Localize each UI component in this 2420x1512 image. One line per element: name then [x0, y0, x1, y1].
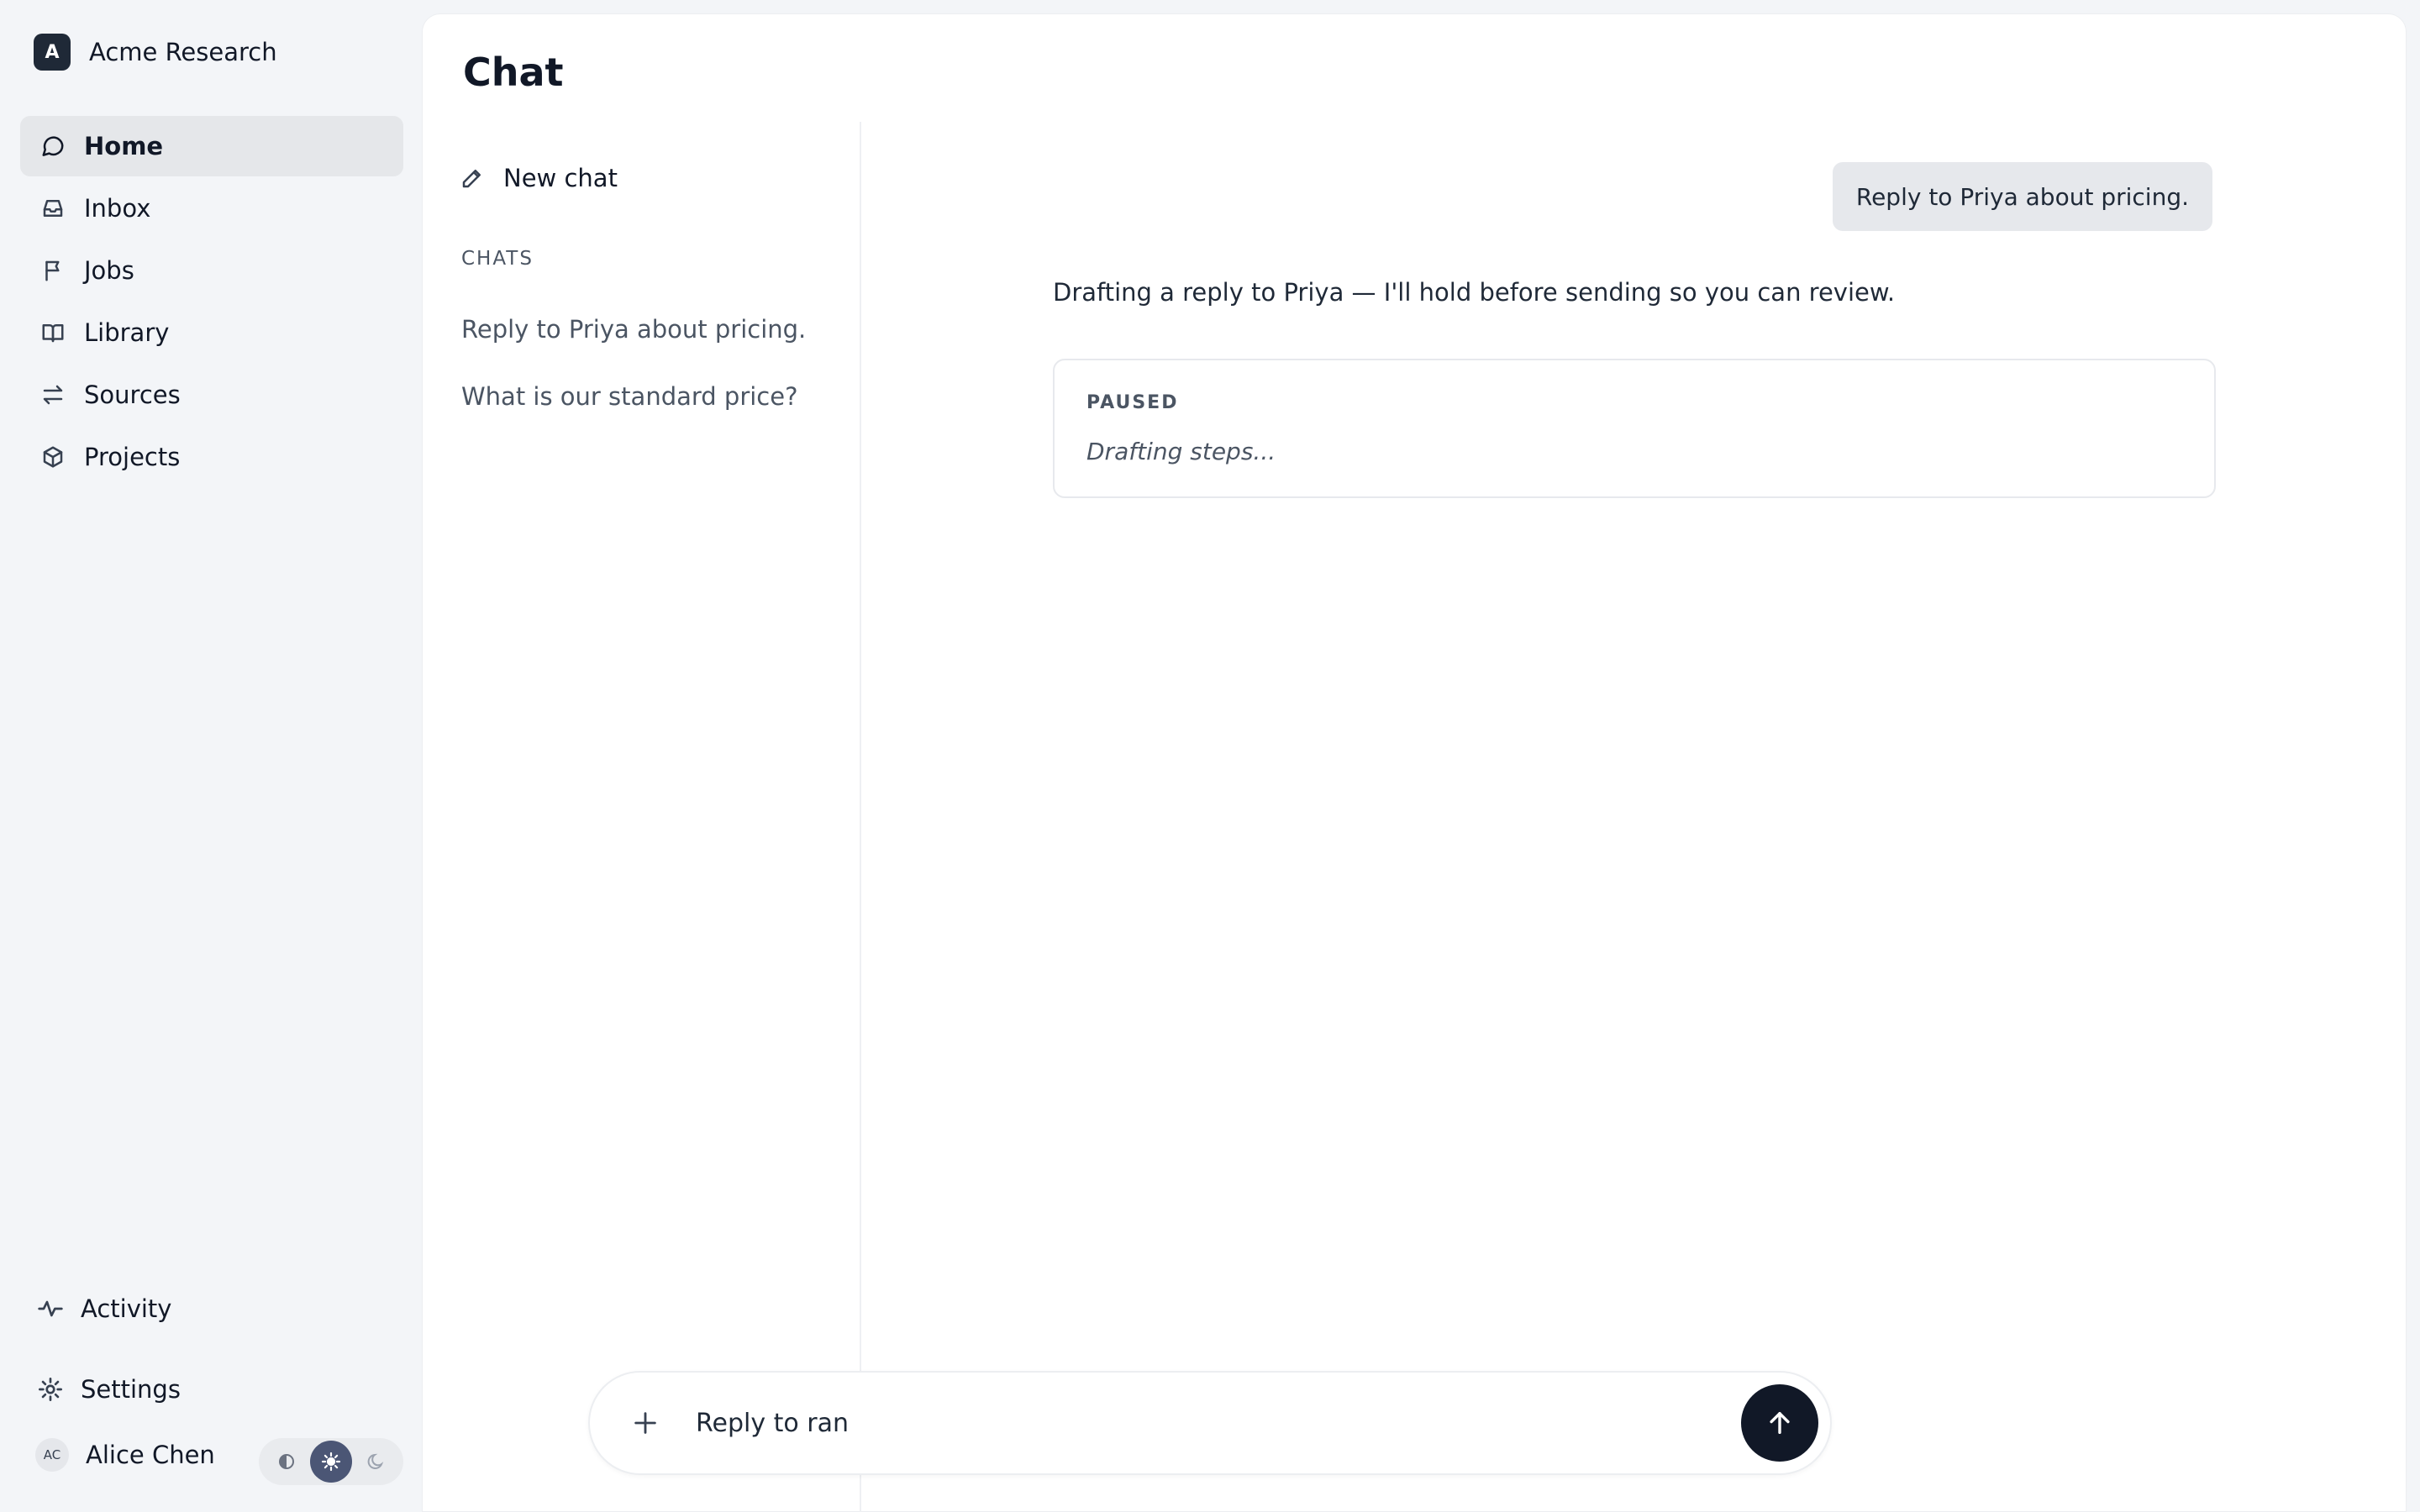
main-panel: Chat New chat CHATS Reply to Priya about…	[422, 13, 2407, 1512]
page-title: Chat	[463, 50, 564, 95]
conversation-panel: Reply to Priya about pricing. Drafting a…	[861, 122, 2406, 1512]
sidebar-item-projects[interactable]: Projects	[20, 427, 403, 487]
sidebar-item-label: Projects	[84, 443, 181, 471]
sidebar-item-label: Settings	[81, 1375, 181, 1404]
theme-contrast-button[interactable]	[266, 1441, 308, 1483]
sidebar: A Acme Research Home Inbox Jobs Library	[0, 0, 422, 1512]
message-input[interactable]	[696, 1398, 1704, 1448]
new-chat-button[interactable]: New chat	[460, 164, 618, 192]
user-message-bubble: Reply to Priya about pricing.	[1832, 162, 2212, 231]
arrows-swap-icon	[43, 385, 63, 405]
sidebar-item-label: Inbox	[84, 194, 151, 223]
sidebar-item-home[interactable]: Home	[20, 116, 403, 176]
theme-dark-button[interactable]	[355, 1441, 397, 1483]
chat-list-panel: New chat CHATS Reply to Priya about pric…	[423, 122, 861, 1512]
brand[interactable]: A Acme Research	[34, 34, 277, 71]
new-chat-label: New chat	[503, 164, 618, 192]
brand-logo: A	[34, 34, 71, 71]
attach-button[interactable]	[627, 1404, 664, 1441]
activity-pulse-icon	[38, 1300, 63, 1317]
sidebar-item-activity[interactable]: Activity	[20, 1282, 403, 1336]
plus-icon	[634, 1412, 656, 1434]
user-profile[interactable]: AC Alice Chen	[35, 1438, 215, 1472]
chat-list-item[interactable]: Reply to Priya about pricing.	[461, 315, 806, 344]
chats-heading: CHATS	[461, 248, 534, 270]
user-name: Alice Chen	[86, 1441, 215, 1469]
sidebar-item-inbox[interactable]: Inbox	[20, 178, 403, 239]
sidebar-item-label: Sources	[84, 381, 181, 409]
theme-light-button[interactable]	[309, 1441, 352, 1483]
assistant-message: Drafting a reply to Priya — I'll hold be…	[1053, 278, 1896, 307]
theme-switch	[259, 1438, 403, 1485]
pencil-icon	[462, 170, 481, 188]
sidebar-item-jobs[interactable]: Jobs	[20, 240, 403, 301]
flag-icon	[45, 260, 60, 281]
sidebar-item-label: Jobs	[84, 256, 134, 285]
sidebar-item-label: Library	[84, 318, 170, 347]
sidebar-item-label: Activity	[81, 1294, 172, 1323]
brand-name: Acme Research	[89, 38, 277, 66]
message-circle-icon	[42, 136, 64, 156]
sun-icon	[321, 1452, 341, 1472]
avatar: AC	[35, 1438, 69, 1472]
sidebar-item-settings[interactable]: Settings	[20, 1362, 403, 1416]
sidebar-item-label: Home	[84, 132, 164, 160]
chat-list-item[interactable]: What is our standard price?	[461, 382, 797, 411]
app-window: A Acme Research Home Inbox Jobs Library	[0, 0, 2420, 1512]
arrow-up-icon	[1770, 1411, 1790, 1435]
inbox-icon	[43, 200, 63, 217]
contrast-icon	[278, 1454, 294, 1469]
status-text: Drafting steps...	[1086, 438, 1276, 465]
box-icon	[43, 446, 63, 468]
book-open-icon	[42, 324, 64, 343]
message-composer	[588, 1371, 1832, 1475]
sidebar-item-sources[interactable]: Sources	[20, 365, 403, 425]
main-nav: Home Inbox Jobs Library Sources Projects	[20, 116, 403, 489]
send-button[interactable]	[1741, 1384, 1818, 1462]
moon-icon	[367, 1453, 384, 1469]
status-badge: PAUSED	[1086, 392, 1179, 413]
gear-icon	[39, 1378, 62, 1401]
status-card: PAUSED Drafting steps...	[1053, 359, 2216, 498]
sidebar-item-library[interactable]: Library	[20, 302, 403, 363]
